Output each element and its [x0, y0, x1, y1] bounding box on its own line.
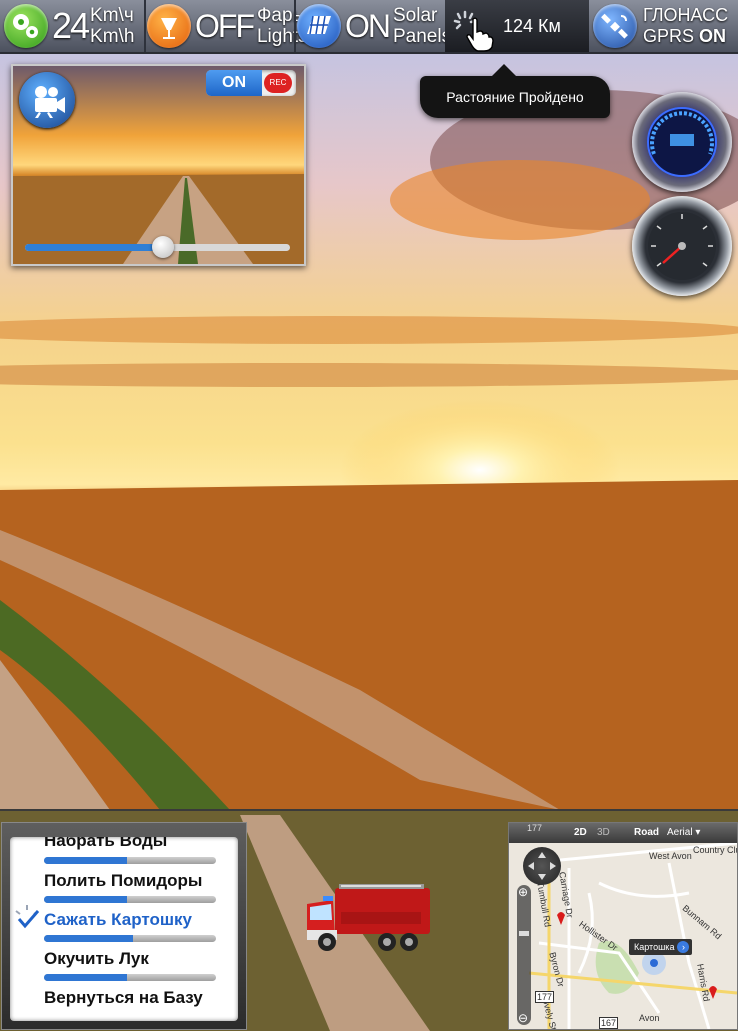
- video-camera-button[interactable]: [19, 72, 75, 128]
- zoom-slider[interactable]: ⊕ ⊖: [517, 885, 531, 1025]
- status-bar: 24 Km\ч Km\h OFF Фары Lights ON Solar Pa…: [0, 0, 738, 54]
- lights-state: OFF: [195, 8, 255, 44]
- menu-item-tomatoes[interactable]: Полить Помидоры: [44, 871, 202, 891]
- map-callout[interactable]: Картошка ›: [629, 939, 693, 955]
- map-toolbar: 2D 3D Road Aerial ▾: [509, 823, 737, 843]
- progress-bar: [44, 935, 216, 942]
- speed-unit-ru: Km\ч: [90, 5, 134, 26]
- zoom-out-icon[interactable]: ⊖: [518, 1011, 528, 1025]
- progress-fill: [44, 974, 127, 981]
- analog-gauge-icon: [648, 212, 716, 280]
- task-list: Набрать Воды Полить Помидоры Сажать Карт…: [10, 837, 238, 1021]
- aerial-label: Aerial: [667, 827, 693, 838]
- checkmark-spinner-icon: [15, 905, 40, 929]
- map-label: West Avon: [649, 851, 692, 861]
- gps-label: ГЛОНАСС: [643, 5, 729, 25]
- solar-label-bottom: Panels: [393, 26, 452, 47]
- digital-speed-gauge[interactable]: [632, 92, 732, 192]
- chevron-right-icon[interactable]: ›: [677, 941, 690, 953]
- progress-fill: [44, 857, 127, 864]
- aerial-dropdown[interactable]: Aerial ▾: [667, 827, 700, 838]
- analog-gauge[interactable]: [632, 196, 732, 296]
- progress-bar: [44, 857, 216, 864]
- route-shield: 177: [527, 823, 543, 833]
- fire-truck-icon[interactable]: [305, 880, 435, 960]
- progress-fill: [44, 935, 134, 942]
- distance-value: 124 Км: [503, 16, 561, 36]
- pan-arrows-icon: [528, 852, 556, 880]
- camera-slider[interactable]: [25, 236, 290, 258]
- camera-toggle[interactable]: ON REC: [206, 70, 296, 96]
- map-pan-control[interactable]: [523, 847, 561, 885]
- menu-item-potatoes[interactable]: Сажать Картошку: [44, 910, 192, 930]
- gprs-label: GPRS: [643, 26, 695, 46]
- hand-pointer-icon: [466, 17, 494, 52]
- lamp-icon: [147, 4, 191, 48]
- map-label: Country Club: [693, 845, 737, 855]
- speed-indicator[interactable]: 24 Km\ч Km\h: [4, 0, 134, 52]
- digital-gauge-icon: [647, 107, 717, 177]
- distance-indicator[interactable]: 124 Км: [445, 0, 589, 52]
- camera-panel[interactable]: ON REC: [11, 64, 306, 266]
- progress-bar: [44, 896, 216, 903]
- lights-toggle[interactable]: OFF Фары Lights: [147, 0, 308, 52]
- solar-panel-icon: [297, 4, 341, 48]
- view-3d-button[interactable]: 3D: [597, 827, 610, 838]
- route-shield: 177: [535, 991, 555, 1003]
- gps-status[interactable]: ГЛОНАСС GPRS ON: [593, 0, 728, 52]
- menu-item-water[interactable]: Набрать Воды: [44, 837, 167, 851]
- gear-icon: [4, 4, 48, 48]
- divider: [144, 0, 146, 52]
- solar-label-top: Solar: [393, 5, 438, 26]
- speed-unit-en: Km\h: [90, 26, 135, 47]
- callout-text: Картошка: [634, 942, 675, 952]
- map-panel[interactable]: 2D 3D Road Aerial ▾ ⊕ ⊖ West Avon Countr…: [508, 822, 738, 1030]
- rec-button[interactable]: REC: [264, 73, 292, 93]
- route-shield: 167: [599, 1017, 619, 1029]
- zoom-handle[interactable]: [519, 931, 529, 936]
- speed-value: 24: [52, 5, 90, 46]
- view-2d-button[interactable]: 2D: [574, 827, 587, 838]
- progress-bar: [44, 974, 216, 981]
- progress-fill: [44, 896, 127, 903]
- video-camera-icon: [35, 86, 65, 118]
- road-button[interactable]: Road: [634, 827, 659, 838]
- satellite-icon: [593, 4, 637, 48]
- task-menu: Набрать Воды Полить Помидоры Сажать Карт…: [1, 822, 247, 1030]
- distance-tooltip: Растояние Пройдено: [420, 64, 610, 118]
- chevron-down-icon: ▾: [695, 827, 701, 838]
- zoom-in-icon[interactable]: ⊕: [518, 885, 528, 899]
- slider-knob[interactable]: [151, 236, 174, 258]
- menu-item-return-base[interactable]: Вернуться на Базу: [44, 988, 203, 1008]
- solar-state: ON: [345, 8, 391, 44]
- gprs-state: ON: [699, 26, 727, 46]
- toggle-on-label: ON: [206, 70, 262, 96]
- solar-panels-toggle[interactable]: ON Solar Panels: [297, 0, 451, 52]
- slider-fill: [25, 244, 163, 251]
- tooltip-text: Растояние Пройдено: [446, 89, 584, 105]
- divider: [294, 0, 296, 52]
- menu-item-onion[interactable]: Окучить Лук: [44, 949, 149, 969]
- map-label: Avon: [639, 1013, 660, 1023]
